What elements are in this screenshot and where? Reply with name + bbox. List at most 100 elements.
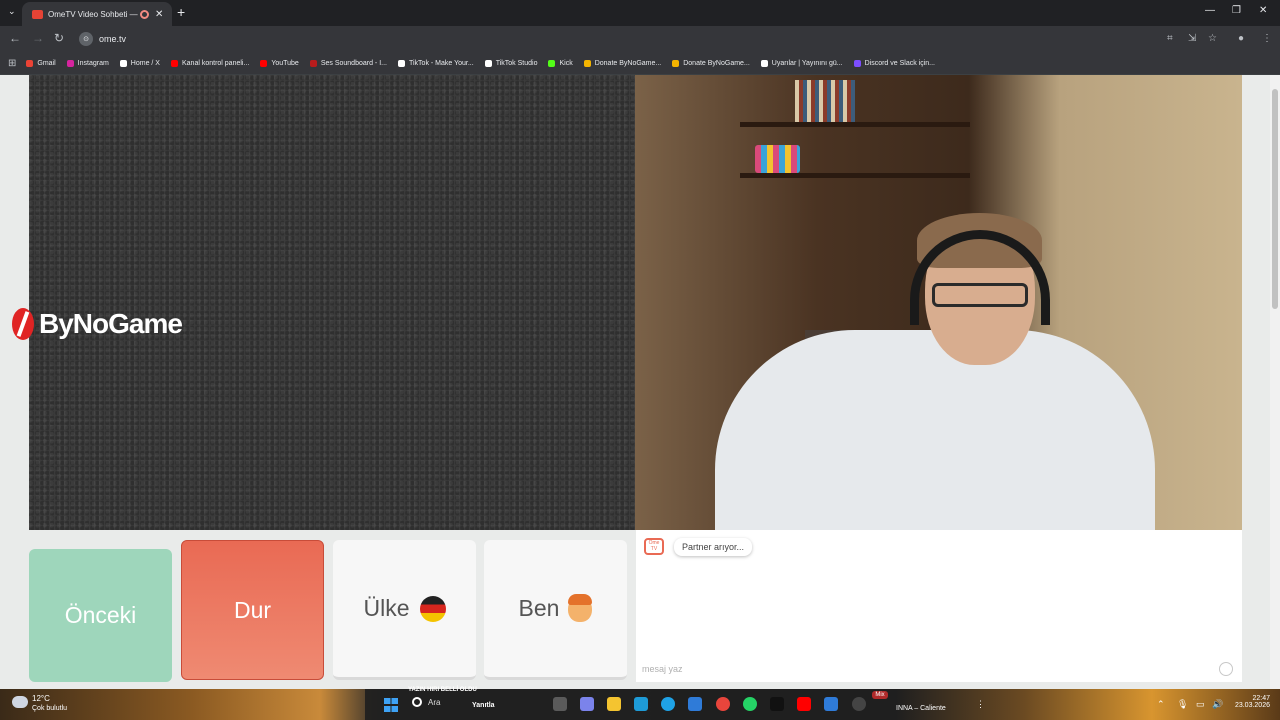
previous-button[interactable]: Önceki: [29, 549, 172, 682]
bookmark-star-icon[interactable]: ☆: [1208, 33, 1217, 44]
vscode-icon[interactable]: [824, 697, 838, 711]
store-icon[interactable]: [634, 697, 648, 711]
bookshelf-books: [795, 80, 855, 122]
site-info-icon[interactable]: ⊙: [79, 32, 93, 46]
bookmark-label: Discord ve Slack için...: [864, 59, 936, 67]
microphone-icon[interactable]: 🎙: [1177, 699, 1188, 710]
bookmark-instagram[interactable]: Instagram: [66, 59, 109, 67]
person-torso: [715, 330, 1155, 530]
tiktok-icon: [397, 59, 405, 67]
bookmark-label: Kanal kontrol paneli...: [181, 59, 250, 67]
file-explorer-icon[interactable]: [607, 697, 621, 711]
windows-start-icon[interactable]: [384, 698, 398, 712]
bookmark-tiktok-studio[interactable]: TikTok Studio: [484, 59, 537, 67]
minimize-icon[interactable]: —: [1205, 5, 1215, 16]
edge-icon[interactable]: [661, 697, 675, 711]
chat-panel: Ome TV Partner arıyor... mesaj yaz: [636, 530, 1242, 682]
network-icon[interactable]: ▭: [1196, 699, 1205, 710]
weather-description[interactable]: Çok bulutlu: [32, 705, 67, 712]
bookmark-label: Uyarılar | Yayınını gü...: [771, 59, 843, 67]
search-icon[interactable]: [412, 697, 422, 707]
taskbar-apps: [365, 689, 895, 720]
apps-grid-icon[interactable]: ⊞: [8, 58, 16, 69]
tab-title: OmeTV Video Sohbeti — O: [48, 9, 140, 19]
search-label[interactable]: Ara: [428, 698, 440, 707]
germany-flag-icon: [419, 595, 446, 622]
weather-temperature[interactable]: 12°C: [32, 694, 50, 703]
bookmark-label: Donate ByNoGame...: [594, 59, 662, 67]
taskbar-clock[interactable]: 22:47 23.03.2026: [1232, 695, 1270, 709]
new-tab-button[interactable]: +: [177, 4, 185, 20]
bookmark-x[interactable]: Home / X: [119, 59, 160, 67]
news-headline[interactable]: YAZIN HIRI BELLİ OLDU: [408, 687, 477, 693]
bookmark-donate-2[interactable]: Donate ByNoGame...: [672, 59, 750, 67]
volume-icon[interactable]: 🔊: [1212, 699, 1223, 710]
alerts-icon: [760, 59, 768, 67]
reply-label[interactable]: Yanıtla: [472, 702, 495, 709]
forward-icon[interactable]: →: [32, 31, 44, 45]
chrome-icon[interactable]: [716, 697, 730, 711]
page-scrollbar[interactable]: [1270, 75, 1280, 689]
maximize-icon[interactable]: ❐: [1232, 5, 1241, 16]
bookmark-kick[interactable]: Kick: [548, 59, 573, 67]
tab-search-icon[interactable]: ⌄: [8, 6, 16, 17]
stop-button[interactable]: Dur: [181, 540, 324, 680]
donate-icon: [583, 59, 591, 67]
bookmark-donate-1[interactable]: Donate ByNoGame...: [583, 59, 662, 67]
message-input[interactable]: mesaj yaz: [642, 664, 683, 674]
bookmark-gmail[interactable]: Gmail: [26, 59, 56, 67]
copilot-icon[interactable]: [580, 697, 594, 711]
soundboard-icon: [309, 59, 317, 67]
clock-date: 23.03.2026: [1234, 702, 1270, 709]
bookmark-channel-dashboard[interactable]: Kanal kontrol paneli...: [170, 59, 250, 67]
bookmark-label: Instagram: [77, 59, 109, 67]
tiktok-icon: [484, 59, 492, 67]
glasses: [932, 283, 1028, 307]
bookmark-youtube[interactable]: YouTube: [260, 59, 299, 67]
translate-icon[interactable]: ⌗: [1167, 33, 1173, 44]
whatsapp-icon[interactable]: [743, 697, 757, 711]
profile-avatar-icon[interactable]: ●: [1238, 33, 1244, 44]
back-icon[interactable]: ←: [9, 31, 21, 45]
boy-emoji-icon: [568, 593, 593, 622]
bookmark-label: Kick: [559, 59, 573, 67]
partner-video: [29, 75, 635, 530]
address-bar[interactable]: ⊙ ome.tv: [74, 29, 1224, 49]
tiktok-app-icon[interactable]: [770, 697, 784, 711]
emoji-icon[interactable]: [1219, 662, 1233, 676]
bookmark-soundboard[interactable]: Ses Soundboard - I...: [309, 59, 387, 67]
hidden-icons-chevron-icon[interactable]: ⌃: [1157, 699, 1165, 710]
ometv-logo-icon: Ome TV: [644, 538, 664, 555]
country-button[interactable]: Ülke: [333, 540, 476, 680]
close-tab-icon[interactable]: ✕: [155, 9, 163, 20]
bookmark-tiktok[interactable]: TikTok - Make Your...: [397, 59, 474, 67]
bynogame-logo-icon: [12, 308, 34, 340]
obs-icon[interactable]: [852, 697, 866, 711]
country-label: Ülke: [363, 595, 410, 621]
me-button[interactable]: Ben: [484, 540, 627, 680]
tab-ometv[interactable]: OmeTV Video Sohbeti — O ✕: [22, 2, 172, 26]
media-badge: Mix: [872, 691, 888, 699]
x-icon: [119, 59, 127, 67]
donate-icon: [672, 59, 680, 67]
chat-controls: Önceki Dur Ülke Ben: [29, 540, 627, 682]
cloud-icon[interactable]: [12, 696, 28, 708]
chat-status-message: Partner arıyor...: [674, 538, 753, 556]
reload-icon[interactable]: ↻: [54, 31, 64, 45]
previous-label: Önceki: [64, 602, 137, 628]
scrollbar-thumb[interactable]: [1272, 89, 1278, 309]
install-app-icon[interactable]: ⇲: [1188, 33, 1196, 44]
bookmark-alerts[interactable]: Uyarılar | Yayınını gü...: [760, 59, 843, 67]
bookmark-label: YouTube: [271, 59, 299, 67]
youtube-app-icon[interactable]: [797, 697, 811, 711]
youtube-icon: [260, 59, 268, 67]
outlook-icon[interactable]: [688, 697, 702, 711]
media-options-icon[interactable]: ⋮: [976, 699, 985, 710]
task-view-icon[interactable]: [553, 697, 567, 711]
gmail-icon: [26, 59, 34, 67]
menu-icon[interactable]: ⋮: [1262, 33, 1272, 44]
bookmark-discord[interactable]: Discord ve Slack için...: [853, 59, 936, 67]
close-window-icon[interactable]: ✕: [1259, 5, 1267, 16]
bookmark-label: TikTok - Make Your...: [408, 59, 474, 67]
media-title[interactable]: INNA – Caliente: [896, 705, 946, 712]
